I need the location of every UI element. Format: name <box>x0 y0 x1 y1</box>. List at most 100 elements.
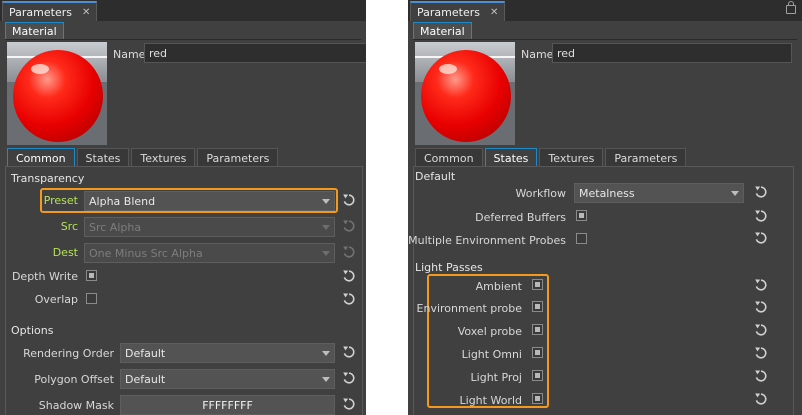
reset-icon[interactable] <box>342 193 356 207</box>
rendering-order-value: Default <box>125 346 166 360</box>
window-tab-label: Parameters <box>9 5 72 19</box>
lock-icon[interactable] <box>786 1 796 14</box>
divider <box>413 39 797 40</box>
reset-icon[interactable] <box>342 292 356 306</box>
chevron-down-icon <box>322 199 330 204</box>
reset-icon[interactable] <box>342 371 356 385</box>
reset-icon[interactable] <box>754 369 768 383</box>
tab-textures[interactable]: Textures <box>539 148 604 167</box>
shadow-mask-field[interactable]: FFFFFFFF <box>120 395 335 415</box>
multiple-env-probes-label: Multiple Environment Probes <box>408 234 566 247</box>
tab-material[interactable]: Material <box>5 22 64 40</box>
section-default: Default <box>415 170 456 183</box>
chevron-down-icon <box>731 191 739 196</box>
parameters-panel-common: Parameters ✕ Material Name Common States… <box>0 0 366 415</box>
shadow-mask-label: Shadow Mask <box>38 399 114 412</box>
light-omni-label: Light Omni <box>461 348 522 361</box>
panel-titlebar: Parameters ✕ <box>408 0 802 21</box>
material-name-input[interactable] <box>552 43 792 63</box>
reset-icon[interactable] <box>342 345 356 359</box>
material-sphere-preview <box>13 50 103 142</box>
rendering-order-select[interactable]: Default <box>120 343 335 363</box>
parameters-window-tab[interactable]: Parameters ✕ <box>410 1 506 21</box>
reset-icon[interactable] <box>342 269 356 283</box>
polygon-offset-value: Default <box>125 372 166 386</box>
highlight-light-passes <box>427 274 549 408</box>
material-sphere-preview <box>421 50 511 142</box>
preset-label: Preset <box>43 194 78 207</box>
src-label: Src <box>60 220 78 233</box>
light-proj-checkbox[interactable] <box>532 370 543 381</box>
polygon-offset-select[interactable]: Default <box>120 369 335 389</box>
light-world-label: Light World <box>459 394 522 407</box>
light-proj-label: Light Proj <box>470 371 522 384</box>
divider <box>5 39 361 40</box>
environment-probe-checkbox[interactable] <box>532 301 543 312</box>
deferred-buffers-checkbox[interactable] <box>576 210 587 221</box>
section-light-passes: Light Passes <box>415 261 483 274</box>
preset-select[interactable]: Alpha Blend <box>84 191 335 211</box>
preset-value: Alpha Blend <box>89 194 156 208</box>
reset-icon[interactable] <box>754 323 768 337</box>
name-label: Name <box>521 48 554 61</box>
reset-icon[interactable] <box>754 392 768 406</box>
polygon-offset-label: Polygon Offset <box>34 373 114 386</box>
reset-icon[interactable] <box>342 219 356 233</box>
reset-icon[interactable] <box>754 185 768 199</box>
dest-select[interactable]: One Minus Src Alpha <box>84 243 335 263</box>
parameters-window-tab[interactable]: Parameters ✕ <box>2 1 98 21</box>
rendering-order-label: Rendering Order <box>23 347 114 360</box>
dest-label: Dest <box>52 246 78 259</box>
section-transparency: Transparency <box>11 172 85 185</box>
src-select[interactable]: Src Alpha <box>84 217 335 237</box>
reset-icon[interactable] <box>754 231 768 245</box>
light-omni-checkbox[interactable] <box>532 347 543 358</box>
reset-icon[interactable] <box>754 209 768 223</box>
chevron-down-icon <box>322 251 330 256</box>
parameters-panel-states: Parameters ✕ Material Name Common States… <box>408 0 802 415</box>
multiple-env-probes-checkbox[interactable] <box>576 233 587 244</box>
chevron-down-icon <box>322 351 330 356</box>
depth-write-checkbox[interactable] <box>86 270 97 281</box>
voxel-probe-label: Voxel probe <box>457 325 522 338</box>
tab-textures[interactable]: Textures <box>131 148 196 167</box>
src-value: Src Alpha <box>89 220 142 234</box>
light-world-checkbox[interactable] <box>532 393 543 404</box>
workflow-value: Metalness <box>579 186 635 200</box>
reset-icon[interactable] <box>754 300 768 314</box>
voxel-probe-checkbox[interactable] <box>532 324 543 335</box>
window-tab-label: Parameters <box>417 5 480 19</box>
shadow-mask-value: FFFFFFFF <box>202 398 253 412</box>
tab-material[interactable]: Material <box>413 22 472 40</box>
close-icon[interactable]: ✕ <box>82 7 90 18</box>
chevron-down-icon <box>322 225 330 230</box>
overlap-label: Overlap <box>34 293 78 306</box>
material-preview <box>7 42 107 145</box>
tab-common[interactable]: Common <box>7 148 75 167</box>
chevron-down-icon <box>322 377 330 382</box>
name-label: Name <box>113 48 146 61</box>
reset-icon[interactable] <box>754 278 768 292</box>
close-icon[interactable]: ✕ <box>490 7 498 18</box>
ambient-label: Ambient <box>475 280 522 293</box>
material-subtabs: Common States Textures Parameters <box>7 148 280 167</box>
material-subtabs: Common States Textures Parameters <box>415 148 688 167</box>
tab-states[interactable]: States <box>484 148 538 167</box>
dest-value: One Minus Src Alpha <box>89 246 203 260</box>
panel-titlebar: Parameters ✕ <box>0 0 366 21</box>
ambient-checkbox[interactable] <box>532 279 543 290</box>
material-name-input[interactable] <box>144 43 366 63</box>
tab-states[interactable]: States <box>76 148 130 167</box>
reset-icon[interactable] <box>342 397 356 411</box>
depth-write-label: Depth Write <box>11 270 78 283</box>
overlap-checkbox[interactable] <box>86 293 97 304</box>
tab-parameters[interactable]: Parameters <box>197 148 279 167</box>
deferred-buffers-label: Deferred Buffers <box>475 211 566 224</box>
tab-common[interactable]: Common <box>415 148 483 167</box>
reset-icon[interactable] <box>754 346 768 360</box>
workflow-select[interactable]: Metalness <box>574 183 744 203</box>
tab-parameters[interactable]: Parameters <box>605 148 687 167</box>
environment-probe-label: Environment probe <box>416 302 522 315</box>
section-options: Options <box>11 324 54 337</box>
reset-icon[interactable] <box>342 245 356 259</box>
